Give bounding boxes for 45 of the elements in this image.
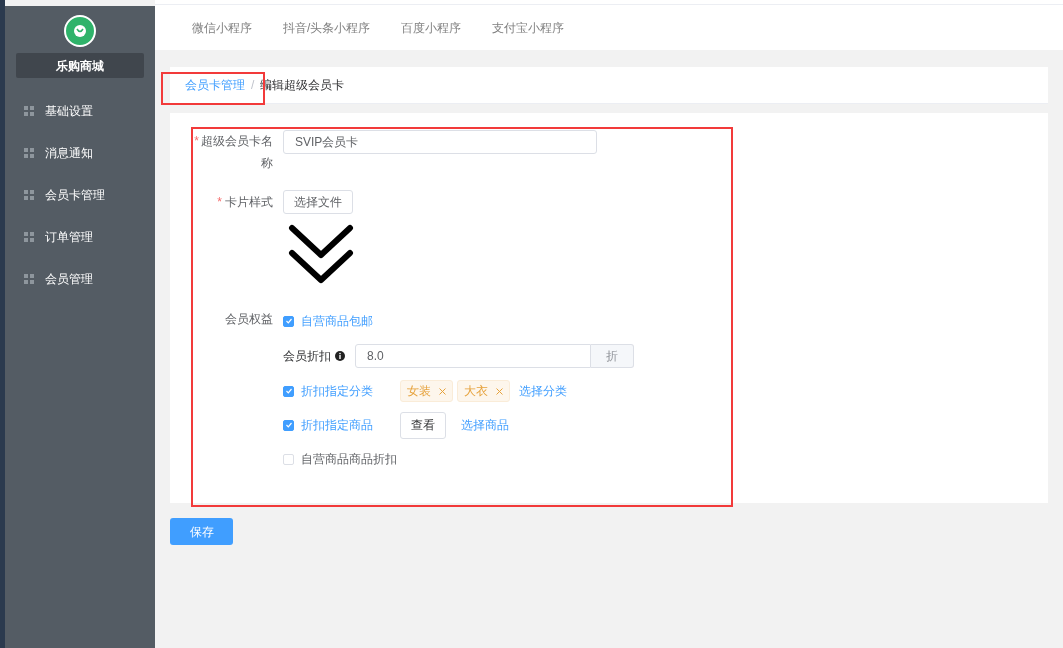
tab[interactable]: 支付宝小程序 (492, 18, 565, 37)
sidebar-item[interactable]: 会员管理 (5, 258, 155, 300)
unit-addon: 折 (591, 344, 634, 368)
checkbox-label[interactable]: 自营商品商品折扣 (301, 450, 400, 468)
sidebar-item[interactable]: 基础设置 (5, 90, 155, 132)
logo-icon (64, 15, 96, 47)
category-tag: 大衣 (457, 380, 510, 402)
checkbox-label[interactable]: 折扣指定商品 (301, 416, 400, 434)
save-button[interactable]: 保存 (170, 518, 233, 545)
category-tag: 女装 (400, 380, 453, 402)
shop-name: 乐购商城 (16, 53, 144, 78)
sidebar-item[interactable]: 消息通知 (5, 132, 155, 174)
double-chevron-icon (288, 224, 354, 284)
info-icon (335, 351, 345, 361)
field-label: 会员权益 (225, 311, 273, 328)
select-link[interactable]: 选择商品 (461, 416, 509, 434)
choose-file-button[interactable]: 选择文件 (283, 190, 353, 214)
grid-icon (24, 190, 34, 200)
grid-icon (24, 106, 34, 116)
grid-icon (24, 148, 34, 158)
grid-icon (24, 232, 34, 242)
checkbox[interactable] (283, 315, 294, 327)
tab[interactable]: 抖音/头条小程序 (283, 18, 371, 37)
select-link[interactable]: 选择分类 (519, 382, 567, 400)
view-button[interactable]: 查看 (400, 411, 446, 439)
checkbox[interactable] (283, 385, 294, 397)
field-label: 会员折扣 (283, 348, 331, 365)
checkbox[interactable] (283, 419, 294, 431)
field-label: 卡片样式 (225, 194, 273, 211)
discount-input[interactable]: 8.0 (355, 344, 591, 368)
close-icon[interactable] (439, 387, 446, 395)
field-label: 超级会员卡名称 (201, 133, 273, 172)
grid-icon (24, 274, 34, 284)
close-icon[interactable] (496, 387, 503, 395)
name-input[interactable]: SVIP会员卡 (283, 130, 597, 154)
required-mark: * (217, 194, 222, 211)
tab[interactable]: 百度小程序 (401, 18, 462, 37)
required-mark: * (194, 133, 199, 150)
checkbox-label[interactable]: 自营商品包邮 (301, 312, 400, 330)
checkbox-label[interactable]: 折扣指定分类 (301, 382, 400, 400)
sidebar-item[interactable]: 订单管理 (5, 216, 155, 258)
breadcrumb-link[interactable]: 会员卡管理 (185, 76, 245, 94)
tab[interactable]: 微信小程序 (192, 18, 252, 37)
breadcrumb-separator: / (251, 77, 255, 94)
sidebar-item[interactable]: 会员卡管理 (5, 174, 155, 216)
